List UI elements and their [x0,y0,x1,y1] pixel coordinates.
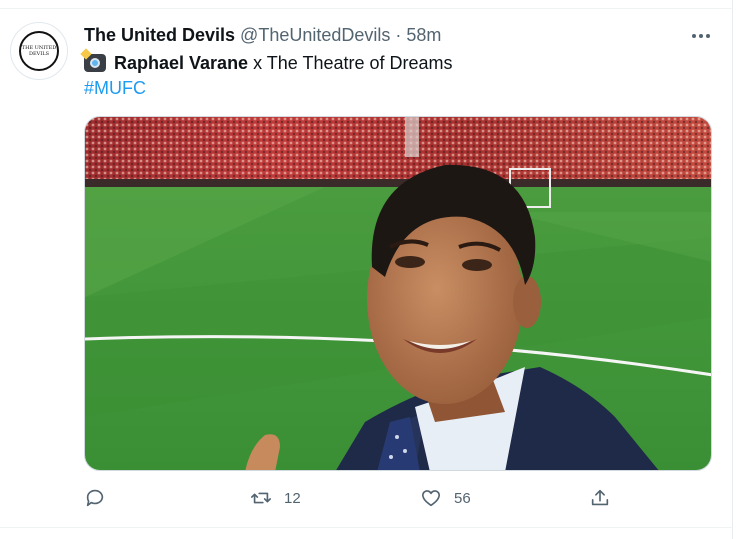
retweet-icon [251,492,271,504]
reply-icon [86,489,104,507]
heart-icon [421,490,441,507]
share-button[interactable] [589,482,611,514]
avatar-logo-text-2: DEVILS [29,51,49,57]
share-icon [591,489,609,506]
separator-dot: · [395,25,402,45]
like-button[interactable]: 56 [420,482,471,514]
divider [0,527,733,528]
tweet-text-rest: x The Theatre of Dreams [248,53,453,73]
stadium-selfie-image [85,117,711,470]
more-options-icon[interactable] [688,26,714,46]
camera-flash-icon [84,54,106,72]
tweet-card[interactable]: THE UNITED DEVILS The United Devils @The… [0,0,733,539]
tweet-header: The United Devils @TheUnitedDevils · 58m [84,24,441,46]
display-name[interactable]: The United Devils [84,25,235,45]
timestamp[interactable]: 58m [406,25,441,45]
tweet-text-bold: Raphael Varane [114,53,249,73]
like-count: 56 [454,489,471,507]
hashtag-link[interactable]: #MUFC [84,77,146,99]
user-handle[interactable]: @TheUnitedDevils [240,25,390,45]
tweet-actions: 12 56 [84,482,644,514]
avatar-logo: THE UNITED DEVILS [19,31,59,71]
avatar[interactable]: THE UNITED DEVILS [10,22,68,80]
divider [0,8,733,9]
tweet-photo[interactable] [84,116,712,471]
tweet-text: Raphael Varane x The Theatre of Dreams [84,52,453,74]
retweet-button[interactable]: 12 [250,482,301,514]
reply-button[interactable] [84,482,118,514]
retweet-count: 12 [284,489,301,507]
